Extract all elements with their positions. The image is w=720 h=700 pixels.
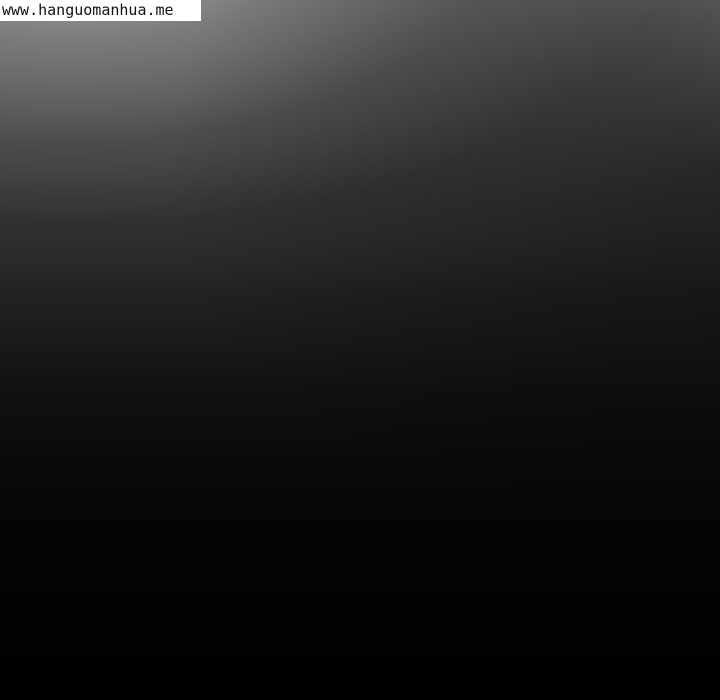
dark-vignette xyxy=(0,0,720,700)
site-watermark: www.hanguomanhua.me xyxy=(0,0,201,21)
comic-panel: www.hanguomanhua.me xyxy=(0,0,720,700)
